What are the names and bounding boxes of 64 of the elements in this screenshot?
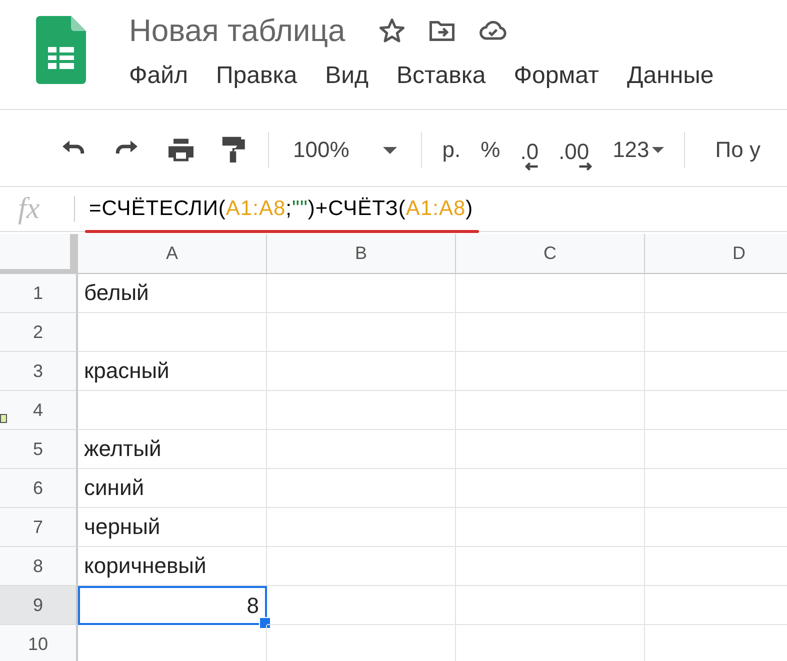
table-cell[interactable] — [456, 508, 645, 547]
menu-item[interactable]: Вставка — [396, 62, 486, 90]
row-header[interactable]: 10 — [0, 625, 78, 661]
table-cell[interactable] — [267, 352, 456, 391]
menu-item[interactable]: Вид — [325, 62, 369, 90]
table-cell[interactable] — [267, 274, 456, 313]
row-header[interactable]: 4 — [0, 391, 78, 430]
sheets-logo-icon[interactable] — [36, 16, 86, 84]
left-arrow-icon — [524, 162, 538, 171]
table-cell[interactable] — [456, 313, 645, 352]
table-cell[interactable] — [267, 547, 456, 586]
menu-item[interactable]: Формат — [514, 62, 599, 90]
cell-marker-icon — [0, 414, 7, 423]
fill-handle[interactable] — [259, 617, 271, 629]
column-header[interactable]: C — [456, 234, 645, 274]
column-header[interactable]: B — [267, 234, 456, 274]
menu-item[interactable]: Файл — [129, 62, 188, 90]
currency-button[interactable]: р. — [442, 137, 461, 163]
table-cell[interactable] — [78, 391, 267, 430]
formula-input[interactable]: =СЧЁТЕСЛИ(A1:A8;"")+СЧЁТЗ(A1:A8) — [89, 197, 474, 220]
menu-item[interactable]: Правка — [216, 62, 298, 90]
row-header[interactable]: 8 — [0, 547, 78, 586]
right-arrow-icon — [578, 162, 593, 171]
table-cell[interactable] — [267, 469, 456, 508]
menu-item[interactable]: Данные — [626, 62, 714, 90]
caret-icon — [383, 146, 398, 154]
table-cell[interactable] — [267, 430, 456, 469]
caret-icon — [652, 147, 664, 153]
percent-button[interactable]: % — [480, 137, 500, 163]
table-cell[interactable] — [456, 547, 645, 586]
table-cell[interactable] — [267, 391, 456, 430]
fx-label: fx — [18, 192, 41, 226]
zoom-dropdown[interactable]: 100% — [293, 137, 398, 163]
row-header[interactable]: 5 — [0, 430, 78, 469]
table-cell[interactable]: желтый — [78, 430, 267, 469]
table-cell[interactable] — [456, 391, 645, 430]
row-header[interactable]: 6 — [0, 469, 78, 508]
font-dropdown[interactable]: По у — [715, 137, 760, 163]
table-cell[interactable] — [267, 313, 456, 352]
table-cell[interactable] — [456, 586, 645, 625]
select-all-corner[interactable] — [0, 234, 78, 274]
table-cell[interactable] — [456, 469, 645, 508]
table-cell[interactable] — [267, 508, 456, 547]
column-header[interactable]: A — [78, 234, 267, 274]
table-cell[interactable] — [456, 274, 645, 313]
row-header[interactable]: 1 — [0, 274, 78, 313]
decrease-decimals-button[interactable]: .0 — [520, 139, 539, 171]
table-cell[interactable] — [456, 352, 645, 391]
row-header[interactable]: 9 — [0, 586, 78, 625]
table-cell[interactable] — [456, 430, 645, 469]
table-cell[interactable]: белый — [78, 274, 267, 313]
row-header[interactable]: 3 — [0, 352, 78, 391]
table-cell[interactable]: синий — [78, 469, 267, 508]
document-title[interactable]: Новая таблица — [129, 13, 346, 49]
column-header[interactable]: D — [645, 234, 787, 274]
table-cell[interactable]: красный — [78, 352, 267, 391]
increase-decimals-button[interactable]: .00 — [558, 139, 593, 171]
row-header[interactable]: 2 — [0, 313, 78, 352]
table-cell[interactable] — [78, 313, 267, 352]
table-cell[interactable]: коричневый — [78, 547, 267, 586]
row-header[interactable]: 7 — [0, 508, 78, 547]
table-cell[interactable] — [267, 586, 456, 625]
number-format-dropdown[interactable]: 123 — [612, 137, 664, 163]
table-cell[interactable]: черный — [78, 508, 267, 547]
